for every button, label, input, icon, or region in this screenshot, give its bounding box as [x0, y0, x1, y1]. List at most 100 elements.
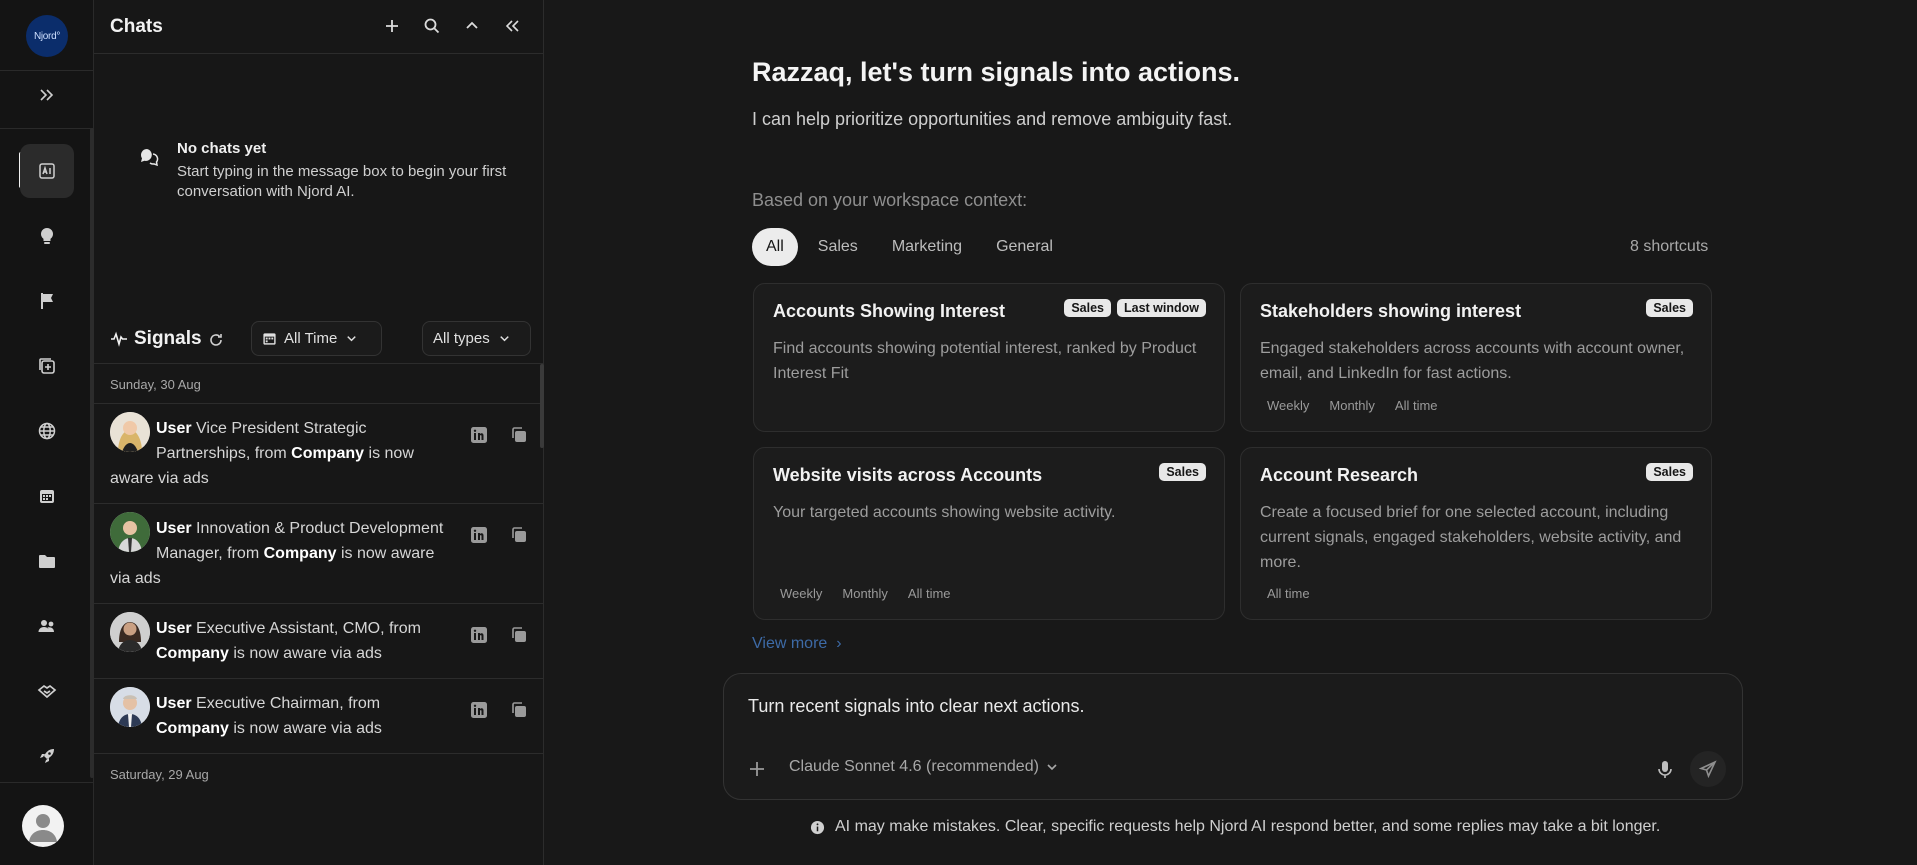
- rail-divider: [0, 128, 94, 129]
- signal-item[interactable]: User Executive Chairman, from Company is…: [94, 679, 544, 754]
- rocket-icon[interactable]: [27, 736, 67, 776]
- tab-marketing[interactable]: Marketing: [878, 228, 976, 266]
- copy-icon[interactable]: [510, 701, 528, 719]
- time-filter-value: All Time: [284, 330, 338, 347]
- date-group-header: Saturday, 29 Aug: [110, 767, 209, 782]
- flag-icon[interactable]: [27, 281, 67, 321]
- chip-all-time[interactable]: All time: [1261, 584, 1316, 603]
- main-area: Razzaq, let's turn signals into actions.…: [545, 0, 1917, 865]
- folder-icon[interactable]: [27, 541, 67, 581]
- chip-monthly[interactable]: Monthly: [836, 584, 894, 603]
- user-avatar-button[interactable]: [22, 805, 64, 847]
- contact-avatar: [110, 512, 150, 552]
- signal-company: Company: [156, 720, 229, 737]
- shortcut-card-website-visits[interactable]: Website visits across Accounts Sales You…: [753, 447, 1225, 620]
- badge-sales: Sales: [1646, 299, 1693, 317]
- signal-item[interactable]: User Innovation & Product Development Ma…: [94, 504, 544, 604]
- pulse-icon: [111, 331, 127, 347]
- badge-sales: Sales: [1064, 299, 1111, 317]
- card-title: Website visits across Accounts: [773, 465, 1043, 485]
- attach-plus-icon[interactable]: [746, 758, 768, 780]
- plus-icon[interactable]: [380, 14, 404, 38]
- model-name: Claude Sonnet 4.6 (recommended): [789, 758, 1039, 775]
- time-filter-dropdown[interactable]: All Time: [251, 321, 382, 356]
- rail-divider: [0, 70, 94, 71]
- send-button[interactable]: [1690, 751, 1726, 787]
- contact-avatar: [110, 687, 150, 727]
- signals-feed: Sunday, 30 Aug User Vice President Strat…: [94, 364, 544, 865]
- calendar-icon: [263, 333, 276, 345]
- signal-actions: [470, 526, 528, 544]
- calendar-icon[interactable]: [27, 476, 67, 516]
- signal-company: Company: [156, 645, 229, 662]
- lightbulb-icon[interactable]: [27, 216, 67, 256]
- refresh-icon[interactable]: [208, 332, 224, 348]
- copy-icon[interactable]: [510, 426, 528, 444]
- card-description: Find accounts showing potential interest…: [773, 340, 1197, 382]
- model-selector[interactable]: Claude Sonnet 4.6 (recommended): [789, 758, 1059, 776]
- card-badges: Sales: [1646, 299, 1693, 317]
- card-description: Create a focused brief for one selected …: [1260, 504, 1682, 571]
- chip-all-time[interactable]: All time: [902, 584, 957, 603]
- card-description: Your targeted accounts showing website a…: [773, 504, 1116, 521]
- badge-sales: Sales: [1159, 463, 1206, 481]
- view-more-link[interactable]: View more ›: [752, 635, 842, 653]
- copy-icon[interactable]: [510, 626, 528, 644]
- linkedin-icon[interactable]: [470, 701, 488, 719]
- signals-toolbar: Signals All Time All types: [94, 318, 544, 364]
- shortcut-card-account-research[interactable]: Account Research Sales Create a focused …: [1240, 447, 1712, 620]
- chip-weekly[interactable]: Weekly: [774, 584, 828, 603]
- linkedin-icon[interactable]: [470, 526, 488, 544]
- signal-tail: is now aware via ads: [233, 720, 382, 737]
- microphone-icon[interactable]: [1654, 758, 1676, 780]
- type-filter-dropdown[interactable]: All types: [422, 321, 531, 356]
- signal-item[interactable]: User Executive Assistant, CMO, from Comp…: [94, 604, 544, 679]
- handshake-icon[interactable]: [27, 671, 67, 711]
- chip-all-time[interactable]: All time: [1389, 396, 1444, 415]
- info-icon: [810, 820, 825, 834]
- signals-title: Signals: [110, 328, 202, 350]
- shortcut-card-stakeholders[interactable]: Stakeholders showing interest Sales Enga…: [1240, 283, 1712, 432]
- message-composer: Turn recent signals into clear next acti…: [723, 673, 1743, 800]
- shortcut-card-accounts-interest[interactable]: Accounts Showing Interest Sales Last win…: [753, 283, 1225, 432]
- chevron-up-icon[interactable]: [460, 14, 484, 38]
- card-badges: Sales: [1646, 463, 1693, 481]
- ai-disclaimer: AI may make mistakes. Clear, specific re…: [810, 818, 1660, 836]
- search-icon[interactable]: [420, 14, 444, 38]
- card-chips: Weekly Monthly All time: [774, 584, 957, 603]
- chevron-right-icon: ›: [831, 635, 842, 652]
- tab-sales[interactable]: Sales: [804, 228, 872, 266]
- users-icon[interactable]: [27, 606, 67, 646]
- signal-item[interactable]: User Vice President Strategic Partnershi…: [94, 404, 544, 504]
- chip-monthly[interactable]: Monthly: [1323, 396, 1381, 415]
- signal-actions: [470, 426, 528, 444]
- chats-title: Chats: [110, 16, 163, 37]
- tab-all[interactable]: All: [752, 228, 798, 266]
- card-title: Account Research: [1260, 465, 1419, 485]
- expand-icon[interactable]: [27, 75, 67, 115]
- greeting-heading: Razzaq, let's turn signals into actions.: [752, 57, 1241, 87]
- globe-icon[interactable]: [27, 411, 67, 451]
- chat-bubble-icon: [141, 149, 159, 166]
- signal-company: Company: [291, 445, 365, 462]
- card-badges: Sales Last window: [1064, 299, 1206, 317]
- signal-user: User: [156, 620, 192, 637]
- chats-header: Chats: [94, 0, 544, 54]
- chip-weekly[interactable]: Weekly: [1261, 396, 1315, 415]
- ai-chat-icon[interactable]: [20, 144, 74, 198]
- message-input[interactable]: Turn recent signals into clear next acti…: [748, 696, 1085, 717]
- signal-role: Executive Assistant, CMO, from: [196, 620, 421, 637]
- date-group-header: Sunday, 30 Aug: [94, 364, 544, 404]
- chevron-down-icon: [499, 336, 509, 342]
- add-document-icon[interactable]: [27, 346, 67, 386]
- collapse-left-icon[interactable]: [500, 14, 524, 38]
- linkedin-icon[interactable]: [470, 626, 488, 644]
- linkedin-icon[interactable]: [470, 426, 488, 444]
- chats-panel: Chats No chats yet Start typing in the m…: [94, 0, 544, 865]
- tab-general[interactable]: General: [982, 228, 1067, 266]
- card-title: Stakeholders showing interest: [1260, 301, 1522, 321]
- view-more-label: View more: [752, 635, 828, 652]
- brand-logo[interactable]: Njord°: [26, 15, 68, 57]
- contact-avatar: [110, 412, 150, 452]
- copy-icon[interactable]: [510, 526, 528, 544]
